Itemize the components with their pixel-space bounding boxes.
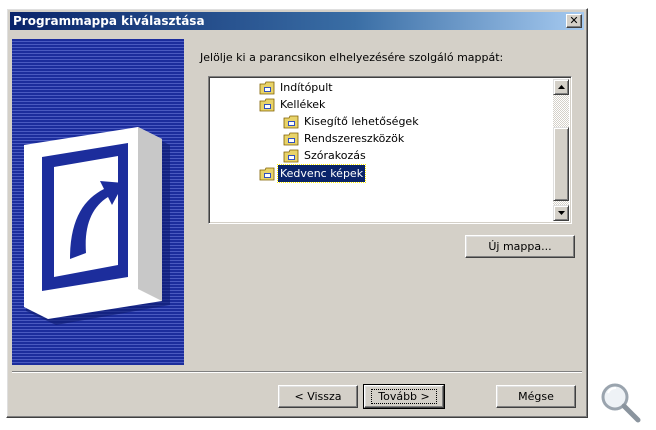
scroll-thumb[interactable] <box>553 127 569 201</box>
button-separator <box>12 371 582 373</box>
program-folder-icon <box>283 149 299 162</box>
cancel-button-label: Mégse <box>518 390 554 403</box>
program-folder-icon <box>259 98 275 111</box>
program-folder-icon <box>283 115 299 128</box>
cancel-button[interactable]: Mégse <box>496 385 576 408</box>
program-folder-icon <box>283 132 299 145</box>
program-folder-icon <box>259 81 275 94</box>
next-button-label: Tovább > <box>371 389 437 404</box>
wizard-banner <box>12 39 184 365</box>
new-folder-button-label: Új mappa... <box>488 240 552 253</box>
dialog-title: Programmappa kiválasztása <box>13 14 205 28</box>
tree-scrollbar[interactable] <box>553 79 569 221</box>
new-folder-button[interactable]: Új mappa... <box>465 235 575 258</box>
tree-item-kedvenc-kepek[interactable]: Kedvenc képek <box>259 164 367 183</box>
tree-item-label: Kisegítő lehetőségek <box>304 115 419 128</box>
tree-item-kisegito-lehetosegek[interactable]: Kisegítő lehetőségek <box>283 113 421 130</box>
tree-item-rendszereszkozok[interactable]: Rendszereszközök <box>283 130 406 147</box>
tree-item-inditopult[interactable]: Indítópult <box>259 79 335 96</box>
magnifier-icon[interactable] <box>598 380 642 424</box>
scroll-up-button[interactable] <box>553 79 569 95</box>
tree-item-label: Rendszereszközök <box>304 132 405 145</box>
next-button[interactable]: Tovább > <box>363 384 445 409</box>
back-button-label: < Vissza <box>294 390 342 403</box>
back-button[interactable]: < Vissza <box>278 385 358 408</box>
select-program-folder-dialog: Programmappa kiválasztása ✕ Jelölje ki a… <box>6 8 588 418</box>
arrow-up-icon <box>557 85 565 89</box>
shortcut-arrow-icon <box>24 127 170 325</box>
tree-item-szorakozas[interactable]: Szórakozás <box>283 147 368 164</box>
tree-item-kellekek[interactable]: Kellékek <box>259 96 327 113</box>
tree-item-label: Kellékek <box>280 98 326 111</box>
folder-prompt-label: Jelölje ki a parancsikon elhelyezésére s… <box>200 51 504 64</box>
program-folder-icon <box>259 167 275 180</box>
tree-item-label: Szórakozás <box>304 149 366 162</box>
close-button[interactable]: ✕ <box>566 14 582 28</box>
tree-item-label: Indítópult <box>280 81 333 94</box>
title-bar: Programmappa kiválasztása ✕ <box>10 12 584 30</box>
close-icon: ✕ <box>569 14 579 27</box>
tree-item-label: Kedvenc képek <box>276 164 367 183</box>
folder-tree-list: Indítópult Kellékek Kisegítő lehetőségek… <box>211 79 553 221</box>
scroll-down-button[interactable] <box>553 205 569 221</box>
arrow-down-icon <box>557 211 565 215</box>
folder-tree[interactable]: Indítópult Kellékek Kisegítő lehetőségek… <box>208 76 572 224</box>
